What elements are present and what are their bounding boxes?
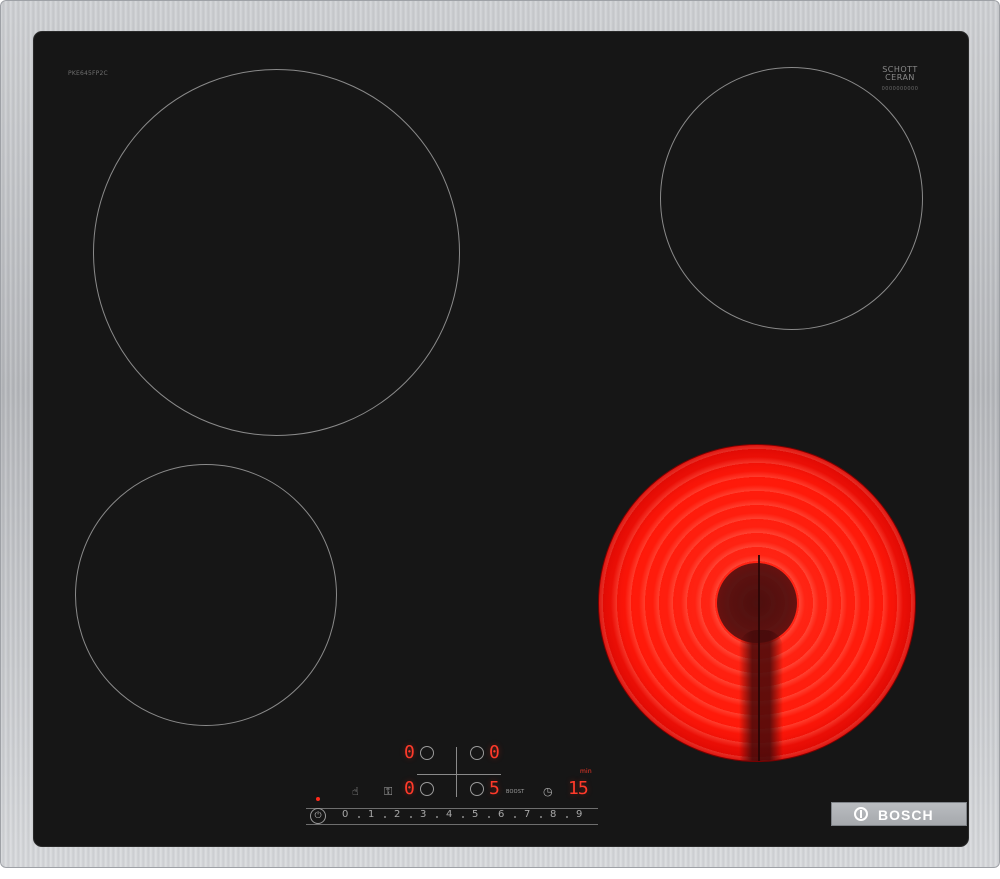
wipe-protection-icon[interactable]: ☝ [352,786,359,797]
brand-logo-icon [854,807,868,821]
zone-map-horizontal [417,774,501,775]
timer-icon[interactable]: ◷ [543,786,553,797]
power-level-4[interactable]: 4 [446,809,452,821]
power-level-tick [488,816,490,818]
cooking-zone-rear-right [660,67,923,330]
glass-material: CERAN [885,73,915,82]
zone-bottom-right-select[interactable] [470,782,484,796]
power-slider-bottom [306,824,598,825]
power-level-0[interactable]: 0 [342,809,348,821]
indicator-dot [316,797,320,801]
glass-logo: SCHOTT CERAN 0000000000 [870,66,930,93]
zone-stem [739,630,783,761]
zone-bottom-right-display: 5 [489,778,500,799]
timer-display: 15 [568,778,589,799]
brand-badge: BOSCH [831,802,967,826]
child-lock-icon[interactable]: ⚿ [384,786,392,797]
power-level-tick [436,816,438,818]
power-button[interactable]: ⏻ [310,808,326,824]
power-level-2[interactable]: 2 [394,809,400,821]
power-level-tick [358,816,360,818]
power-level-tick [462,816,464,818]
cooking-zone-active [598,444,916,762]
timer-unit: min [580,768,592,775]
power-level-8[interactable]: 8 [550,809,556,821]
model-code: PKE645FP2C [68,70,108,77]
brand-name: BOSCH [878,807,934,823]
power-level-9[interactable]: 9 [576,809,582,821]
zone-top-left-select[interactable] [420,746,434,760]
power-icon: ⏻ [314,811,322,821]
zone-bottom-left-select[interactable] [420,782,434,796]
power-level-7[interactable]: 7 [524,809,530,821]
boost-label[interactable]: BOOST [506,789,524,795]
power-level-tick [566,816,568,818]
power-level-tick [540,816,542,818]
power-level-3[interactable]: 3 [420,809,426,821]
power-level-1[interactable]: 1 [368,809,374,821]
zone-sensor [758,555,760,761]
power-level-tick [514,816,516,818]
power-level-tick [384,816,386,818]
zone-top-right-select[interactable] [470,746,484,760]
cooking-zone-front-left-small [75,464,337,726]
power-level-6[interactable]: 6 [498,809,504,821]
glass-material-code: 0000000000 [881,86,919,92]
power-level-tick [410,816,412,818]
cooking-zone-front-left [93,69,460,436]
zone-bottom-left-display: 0 [404,778,415,799]
zone-top-right-display: 0 [489,742,500,763]
zone-map-vertical [456,747,457,797]
power-level-5[interactable]: 5 [472,809,478,821]
zone-center [717,563,797,643]
zone-top-left-display: 0 [404,742,415,763]
